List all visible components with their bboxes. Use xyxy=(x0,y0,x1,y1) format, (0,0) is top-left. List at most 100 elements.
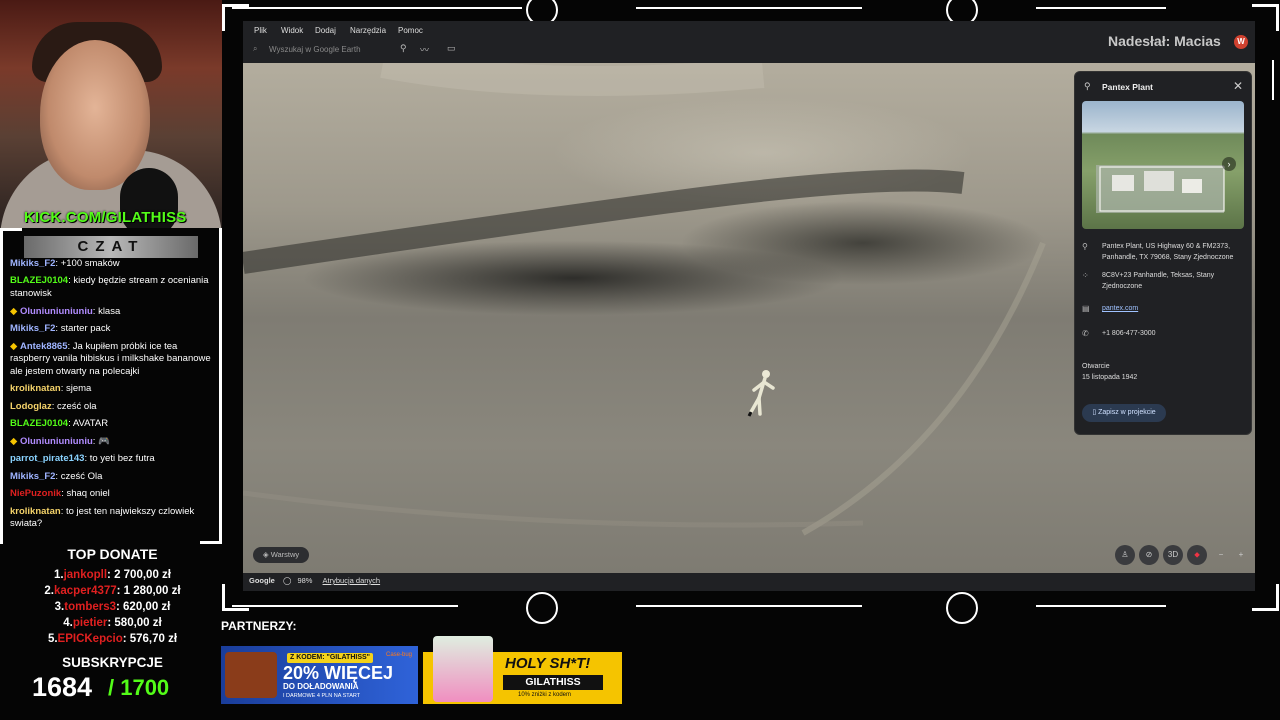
chat-username[interactable]: BLAZEJ0104 xyxy=(10,418,68,429)
chat-message: BLAZEJ0104: AVATAR xyxy=(10,418,109,430)
phone-icon: ✆ xyxy=(1082,329,1089,338)
menu-item-help[interactable]: Pomoc xyxy=(398,26,423,35)
menu-bar: Plik Widok Dodaj Narzędzia Pomoc xyxy=(243,21,1255,39)
zoom-out-icon[interactable]: − xyxy=(1211,545,1231,565)
opened-label: Otwarcie xyxy=(1082,363,1110,370)
chat-username[interactable]: parrot_pirate143 xyxy=(10,453,84,464)
layers-label: Warstwy xyxy=(270,550,300,559)
frame-line xyxy=(1272,60,1274,100)
banner2-sub: 10% zniżki z kodem xyxy=(518,692,572,698)
chat-text: AVATAR xyxy=(72,418,109,430)
donate-row: 2.kacper4377: 1 280,00 zł xyxy=(0,583,225,599)
location-pin-icon[interactable]: ⚲ xyxy=(400,43,407,54)
chat-message: kroliknatan: sjema xyxy=(10,383,92,395)
chat-text: cześć ola xyxy=(56,400,97,412)
website-link[interactable]: pantex.com xyxy=(1102,304,1242,315)
place-info-panel: ⚲ Pantex Plant ✕ › ⚲ Pantex Plant, US Hi… xyxy=(1074,71,1252,435)
subs-title: SUBSKRYPCJE xyxy=(62,655,163,670)
logo-ornament-icon xyxy=(526,592,558,624)
menu-item-file[interactable]: Plik xyxy=(254,26,267,35)
casebug-banner[interactable]: Z KODEM: "GILATHISS" 20% WIĘCEJ DO DOŁAD… xyxy=(221,646,418,704)
opened-date: 15 listopada 1942 xyxy=(1082,374,1138,381)
pegman-icon[interactable]: ♙ xyxy=(1115,545,1135,565)
save-to-project-button[interactable]: ▯ Zapisz w projekcie xyxy=(1082,404,1166,422)
donate-amount: : 1 280,00 zł xyxy=(116,585,181,597)
chat-title: CZAT xyxy=(24,236,198,258)
frame-line xyxy=(1036,605,1166,607)
chat-username[interactable]: Oluniuniuniuniu xyxy=(20,306,93,317)
search-icon: ⌕ xyxy=(253,44,258,53)
chat-message: kroliknatan: to jest ten najwiekszy czlo… xyxy=(10,505,195,530)
website-icon: ▤ xyxy=(1082,304,1090,313)
chat-message: BLAZEJ0104: kiedy będzie stream z ocenia… xyxy=(10,275,209,300)
place-photo[interactable]: › xyxy=(1082,101,1244,229)
chat-text: sjema xyxy=(65,383,92,395)
chat-text: to yeti bez futra xyxy=(89,453,155,465)
chat-username[interactable]: NiePuzonik xyxy=(10,488,61,499)
frame-line xyxy=(636,7,862,9)
chat-list: Mikiks_F2: +100 smaków BLAZEJ0104: kiedy … xyxy=(10,258,215,536)
chat-message: Mikiks_F2: cześć Ola xyxy=(10,470,103,482)
kick-url: KICK.COM/GILATHISS xyxy=(24,209,187,226)
location-pin-icon: ⚲ xyxy=(1082,242,1088,251)
donate-amount: : 2 700,00 zł xyxy=(107,569,171,581)
top-donate-list: 1.jankopll: 2 700,00 zł 2.kacper4377: 1 2… xyxy=(0,567,225,647)
donate-name: kacper4377 xyxy=(53,585,117,597)
menu-item-add[interactable]: Dodaj xyxy=(315,26,336,35)
product-packs-icon xyxy=(433,636,493,702)
frame-line xyxy=(1036,7,1166,9)
donate-rank: 4. xyxy=(63,617,73,629)
frame-corner xyxy=(1252,4,1279,31)
treasure-chest-icon xyxy=(225,652,277,698)
map-controls: ♙ ⊘ 3D ⬥ − + xyxy=(1113,545,1253,567)
chat-message: NiePuzonik: shaq oniel xyxy=(10,488,110,500)
chat-username[interactable]: Mikiks_F2 xyxy=(10,323,55,334)
path-icon[interactable]: 〰 xyxy=(420,43,429,56)
chat-username[interactable]: Lodoglaz xyxy=(10,401,52,412)
menu-item-view[interactable]: Widok xyxy=(281,26,303,35)
zoom-in-icon[interactable]: + xyxy=(1231,545,1251,565)
donate-name: pietier xyxy=(72,617,108,629)
donate-row: 4.pietier: 580,00 zł xyxy=(0,615,225,631)
menu-item-tools[interactable]: Narzędzia xyxy=(350,26,386,35)
chat-text: cześć Ola xyxy=(60,470,103,482)
chat-username[interactable]: Oluniuniuniuniu xyxy=(20,436,93,447)
banner1-big-text: 20% WIĘCEJ xyxy=(283,663,394,683)
banner2-code: GILATHISS xyxy=(503,675,603,690)
chat-text: starter pack xyxy=(60,323,111,335)
ruler-icon[interactable]: ▭ xyxy=(447,43,456,54)
avatar[interactable]: W xyxy=(1234,35,1248,49)
badge-icon: ◆ xyxy=(10,340,20,352)
layers-button[interactable]: ◈ Warstwy xyxy=(253,547,309,563)
webcam-feed xyxy=(0,0,222,228)
compass-icon[interactable]: ⬥ xyxy=(1187,545,1207,565)
donate-amount: : 576,70 zł xyxy=(122,633,178,645)
chat-text: 🎮 xyxy=(98,435,110,447)
top-donate-title: TOP DONATE xyxy=(67,546,158,562)
holyshit-banner[interactable]: HOLY SH*T! GILATHISS 10% zniżki z kodem xyxy=(423,636,622,704)
chevron-right-icon[interactable]: › xyxy=(1222,157,1236,171)
chat-username[interactable]: kroliknatan xyxy=(10,506,61,517)
chat-username[interactable]: Antek8865 xyxy=(20,341,68,352)
view-3d-button[interactable]: 3D xyxy=(1163,545,1183,565)
chat-username[interactable]: Mikiks_F2 xyxy=(10,258,55,269)
chat-username[interactable]: kroliknatan xyxy=(10,383,61,394)
phone-text[interactable]: +1 806-477-3000 xyxy=(1102,329,1242,340)
chat-username[interactable]: Mikiks_F2 xyxy=(10,471,55,482)
chat-message: parrot_pirate143: to yeti bez futra xyxy=(10,453,155,465)
chat-username[interactable]: BLAZEJ0104 xyxy=(10,275,68,286)
google-earth-window: Plik Widok Dodaj Narzędzia Pomoc ⌕ Wyszu… xyxy=(243,21,1255,591)
donate-row: 3.tombers3: 620,00 zł xyxy=(0,599,225,615)
attribution-link[interactable]: Atrybucja danych xyxy=(323,576,381,585)
search-input[interactable]: Wyszukaj w Google Earth xyxy=(269,45,361,54)
donate-row: 5.EPICKepcio: 576,70 zł xyxy=(0,631,225,647)
chat-text: klasa xyxy=(98,305,121,317)
close-icon[interactable]: ✕ xyxy=(1233,79,1243,93)
save-label: Zapisz w projekcie xyxy=(1098,409,1156,416)
chat-message: ◆ Antek8865: Ja kupiłem próbki ice tea r… xyxy=(10,340,211,377)
frame-line xyxy=(636,605,862,607)
badge-icon: ◆ xyxy=(10,305,20,317)
aerial-photo xyxy=(1096,165,1225,213)
search-bar[interactable]: ⌕ Wyszukaj w Google Earth xyxy=(251,43,383,57)
hide-icon[interactable]: ⊘ xyxy=(1139,545,1159,565)
